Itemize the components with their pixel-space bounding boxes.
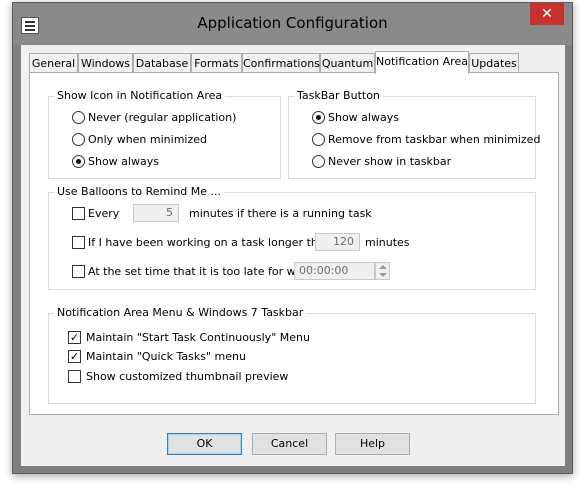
- tab-confirmations[interactable]: Confirmations: [242, 53, 320, 73]
- tab-updates[interactable]: Updates: [469, 53, 519, 73]
- longer-than-minutes-input[interactable]: 120: [315, 233, 360, 251]
- radio-show-always-label[interactable]: Show always: [88, 155, 159, 168]
- menu-group-title: Notification Area Menu & Windows 7 Taskb…: [54, 306, 307, 319]
- radio-never-show-taskbar-label[interactable]: Never show in taskbar: [328, 155, 451, 168]
- spin-up-icon[interactable]: [379, 265, 387, 269]
- window-title: Application Configuration: [197, 14, 388, 32]
- radio-taskbar-show-always[interactable]: [312, 111, 325, 124]
- tab-general[interactable]: General: [29, 53, 78, 73]
- cancel-button[interactable]: Cancel: [252, 433, 327, 455]
- set-time-checkbox[interactable]: [72, 265, 85, 278]
- thumbnail-preview-label[interactable]: Show customized thumbnail preview: [86, 370, 288, 383]
- close-button[interactable]: ✕: [530, 3, 564, 25]
- every-suffix-label: minutes if there is a running task: [189, 207, 372, 220]
- spin-down-icon[interactable]: [379, 273, 387, 277]
- tab-formats[interactable]: Formats: [191, 53, 242, 73]
- tab-notification-area[interactable]: Notification Area: [375, 51, 469, 74]
- radio-never-label[interactable]: Never (regular application): [88, 111, 236, 124]
- radio-remove-from-taskbar-label[interactable]: Remove from taskbar when minimized: [328, 133, 540, 146]
- help-button[interactable]: Help: [335, 433, 410, 455]
- ok-button[interactable]: OK: [167, 433, 242, 455]
- radio-taskbar-show-always-label[interactable]: Show always: [328, 111, 399, 124]
- quick-tasks-checkbox[interactable]: ✓: [68, 350, 81, 363]
- balloons-group-title: Use Balloons to Remind Me ...: [54, 185, 225, 198]
- tab-database[interactable]: Database: [133, 53, 191, 73]
- longer-than-suffix-label: minutes: [365, 236, 410, 249]
- start-task-label[interactable]: Maintain "Start Task Continuously" Menu: [86, 331, 310, 344]
- every-checkbox[interactable]: [72, 207, 85, 220]
- set-time-input[interactable]: 00:00:00: [294, 262, 375, 280]
- every-minutes-input[interactable]: 5: [133, 204, 179, 222]
- radio-only-minimized[interactable]: [72, 133, 85, 146]
- show-icon-group-title: Show Icon in Notification Area: [54, 89, 226, 102]
- radio-show-always[interactable]: [72, 155, 85, 168]
- start-task-checkbox[interactable]: ✓: [68, 331, 81, 344]
- longer-than-label: If I have been working on a task longer …: [88, 236, 332, 249]
- tab-quantum[interactable]: Quantum: [320, 53, 375, 73]
- set-time-label: At the set time that it is too late for …: [88, 265, 314, 278]
- radio-never[interactable]: [72, 111, 85, 124]
- radio-remove-from-taskbar[interactable]: [312, 133, 325, 146]
- every-label: Every: [88, 207, 120, 220]
- quick-tasks-label[interactable]: Maintain "Quick Tasks" menu: [86, 350, 246, 363]
- tab-windows[interactable]: Windows: [78, 53, 133, 73]
- radio-never-show-taskbar[interactable]: [312, 155, 325, 168]
- set-time-spinner[interactable]: [375, 262, 390, 280]
- longer-than-checkbox[interactable]: [72, 236, 85, 249]
- radio-only-minimized-label[interactable]: Only when minimized: [88, 133, 207, 146]
- thumbnail-preview-checkbox[interactable]: [68, 370, 81, 383]
- taskbar-group-title: TaskBar Button: [294, 89, 383, 102]
